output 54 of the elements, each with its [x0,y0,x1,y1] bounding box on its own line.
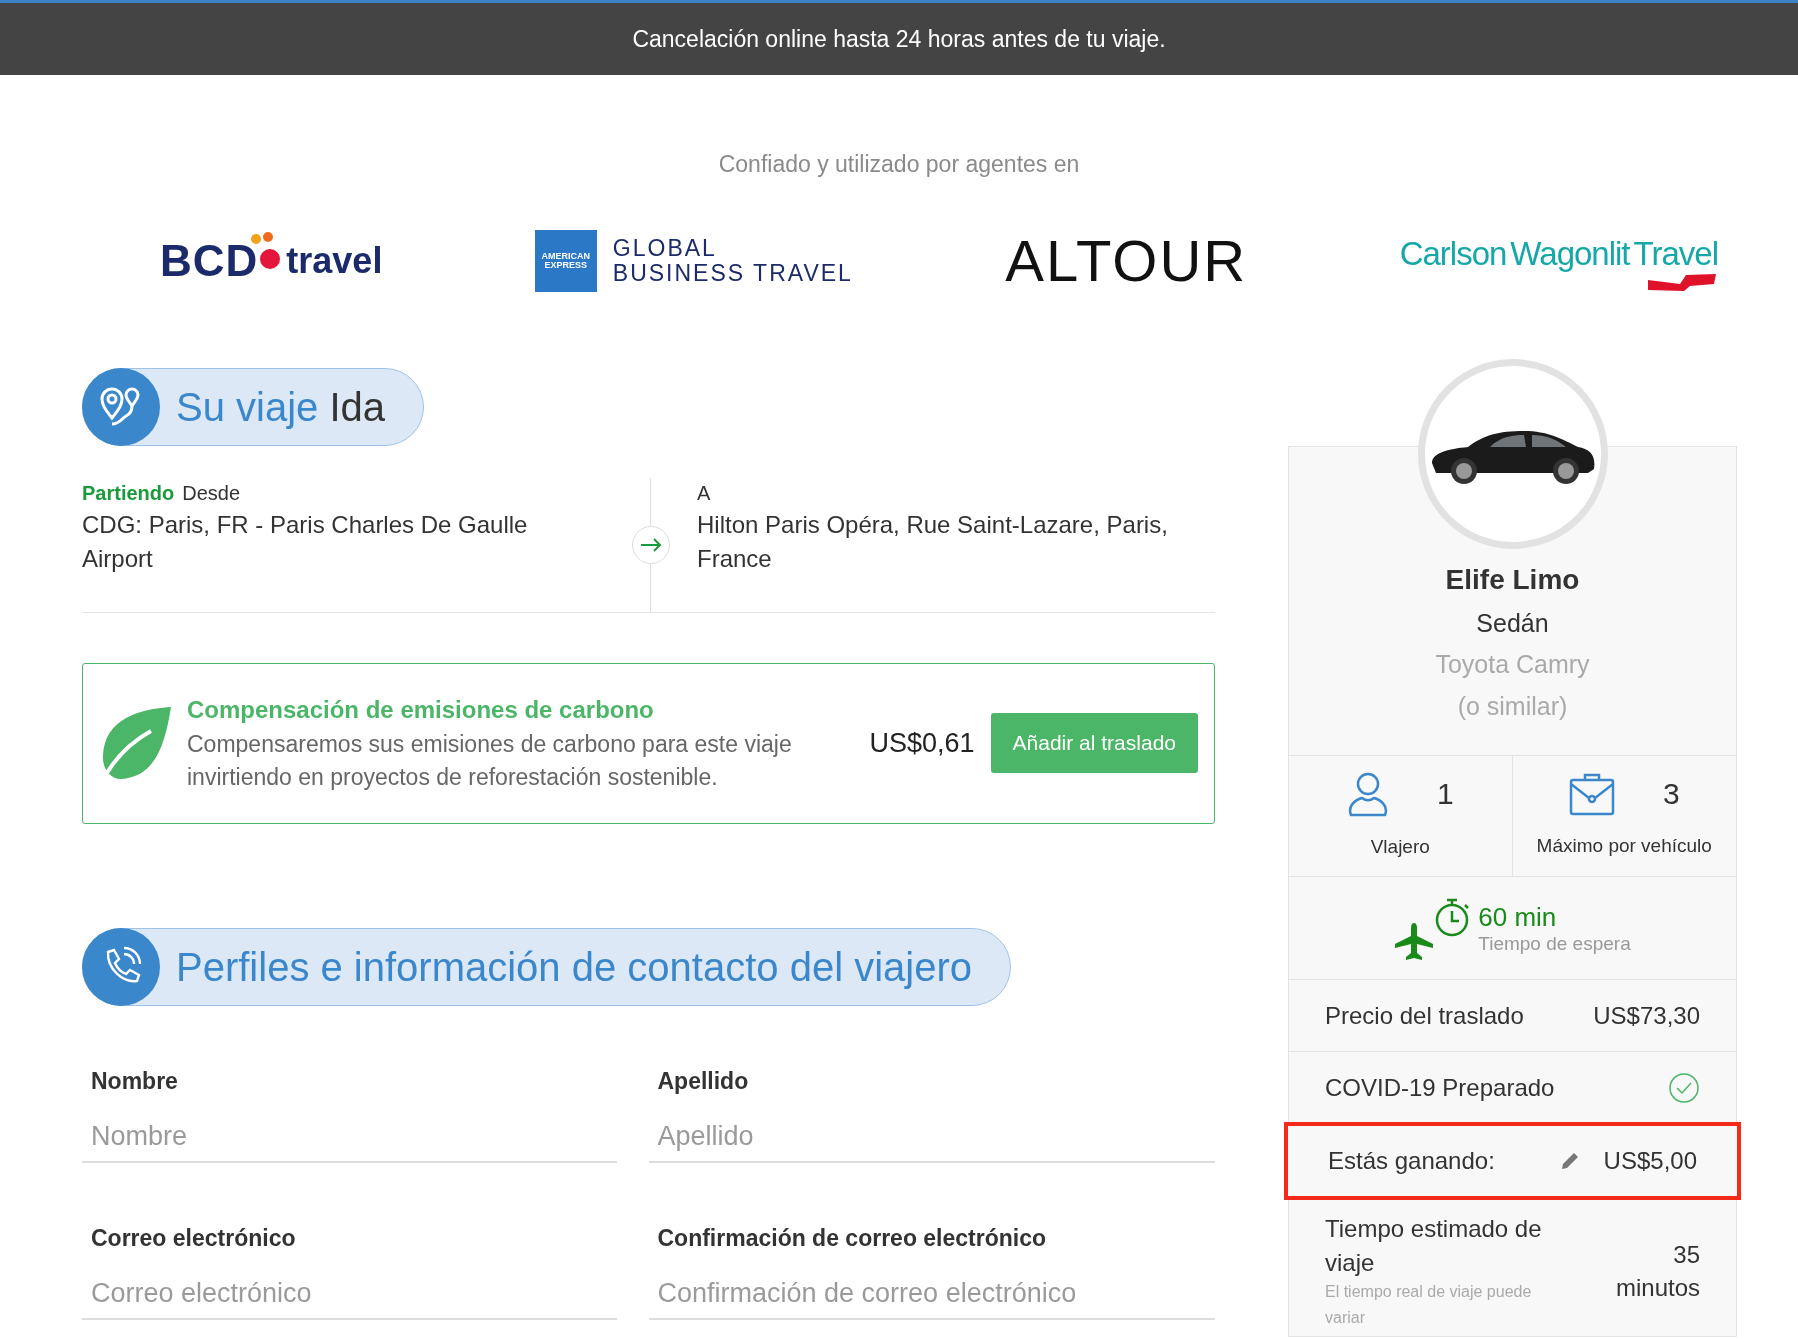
vehicle-model: Toyota Camry [1435,649,1590,680]
input-field[interactable]: Apellido [648,1112,1215,1163]
row-label: Estás ganando: [1328,1146,1495,1176]
field-label: Apellido [656,1066,750,1096]
logo-wordmark: Wagonlit [1510,233,1630,274]
section-title: Su viaje Ida [176,383,386,431]
row-label: COVID-19 Preparado [1325,1072,1555,1103]
amex-logo: AMERICAN EXPRESS [534,229,597,292]
add-to-transfer-button[interactable]: Añadir al traslado [990,713,1198,773]
row-label: Tiempo estimado de viaje [1325,1214,1543,1278]
section-title: Perfiles e información de contacto del viajero [176,943,972,991]
from-address: CDG: Paris, FR - Paris Charles De Gaulle Airport [82,509,529,575]
arrow-right-icon [640,537,662,552]
field-label: Nombre [90,1066,179,1096]
wait-time: 60 min [1478,903,1558,930]
input-field[interactable]: Correo electrónico [82,1269,617,1320]
vehicle-note: (o similar) [1457,690,1568,722]
banner-text: Cancelación online hasta 24 horas antes de tu viaje. [632,24,1166,54]
plane-icon [1394,921,1435,961]
logo-wordmark: Carlson [1399,233,1507,274]
pencil-icon[interactable] [1559,1151,1580,1171]
row-value: US$5,00 [1603,1146,1697,1176]
row-label: Precio del traslado [1325,1000,1524,1031]
logo-wordmark: travel [286,238,383,283]
to-label: A [697,480,712,506]
stat-count: 3 [1662,776,1680,813]
wait-label: Tiempo de espera [1478,933,1631,953]
stat-count: 1 [1436,776,1454,813]
briefcase-icon [1568,771,1615,816]
logo-wordmark: BCD [160,234,259,287]
input-field[interactable]: Nombre [82,1112,617,1163]
row-value: US$73,30 [1593,1000,1700,1031]
logo-wordmark: GLOBAL [612,236,718,261]
from-label: Desde [182,480,241,506]
trusted-caption: Confiado y utilizado por agentes en [718,151,1080,177]
logo-wordmark: Travel [1633,233,1718,274]
row-note: El tiempo real de viaje puede variar [1325,1282,1533,1328]
stat-label: Vlajero [1370,834,1430,859]
person-icon [1346,770,1389,817]
field-label: Confirmación de correo electrónico [656,1223,1048,1253]
departure-status: Partiendo [82,480,175,506]
company-name: Elife Limo [1445,562,1580,597]
logo-wordmark: ALTOUR [1005,227,1248,295]
carbon-description: Compensaremos sus emisiones de carbono para este viaje invirtiendo en proyectos de reforestación sostenible. [187,729,793,792]
row-value: 35 minutos [1614,1239,1700,1304]
ribbon-icon [1646,272,1718,293]
vehicle-type: Sedán [1476,607,1549,639]
field-label: Correo electrónico [90,1223,297,1253]
logo-wordmark: BUSINESS TRAVEL [612,260,853,285]
carbon-price: US$0,61 [869,726,975,760]
stat-label: Máximo por vehículo [1536,834,1712,859]
carbon-title: Compensación de emisiones de carbono [187,694,655,725]
input-field[interactable]: Confirmación de correo electrónico [648,1269,1215,1320]
to-address: Hilton Paris Opéra, Rue Saint-Lazare, Paris, France [697,509,1169,575]
